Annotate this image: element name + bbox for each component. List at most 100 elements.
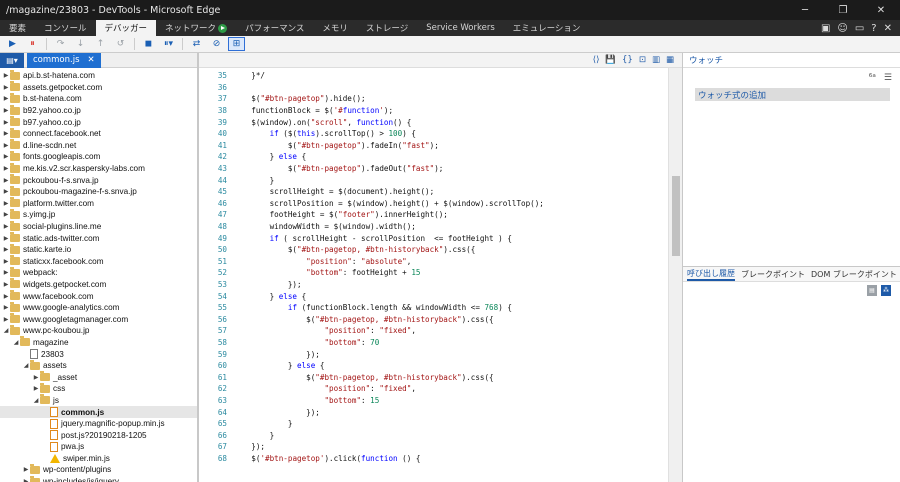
code-line[interactable]: 61 $("#btn-pagetop, #btn-historyback").c…	[199, 372, 669, 384]
tree-item[interactable]: ▶ pckoubou-magazine-f-s.snva.jp	[0, 185, 197, 198]
tab-memory[interactable]: メモリ	[313, 20, 357, 36]
breakpoints-toggle-icon[interactable]: ◼	[140, 37, 157, 51]
line-number[interactable]: 54	[199, 292, 233, 301]
tree-item[interactable]: ▶ css	[0, 382, 197, 395]
minimize-button[interactable]: ─	[786, 0, 824, 20]
line-number[interactable]: 48	[199, 222, 233, 231]
tree-item[interactable]: post.js?20190218-1205	[0, 429, 197, 441]
console-drawer-icon[interactable]: ▣	[821, 23, 830, 34]
collapsed-arrow-icon[interactable]: ▶	[2, 316, 10, 323]
tree-item[interactable]: ▶ wp-content/plugins	[0, 463, 197, 476]
pretty-print-icon[interactable]: ⟨⟩	[593, 55, 600, 65]
line-number[interactable]: 40	[199, 129, 233, 138]
tree-item[interactable]: ▶ platform.twitter.com	[0, 197, 197, 210]
collapsed-arrow-icon[interactable]: ▶	[2, 153, 10, 160]
collapsed-arrow-icon[interactable]: ▶	[2, 165, 10, 172]
code-line[interactable]: 56 $("#btn-pagetop, #btn-historyback").c…	[199, 314, 669, 326]
line-number[interactable]: 45	[199, 187, 233, 196]
tree-item[interactable]: ▶ staticxx.facebook.com	[0, 255, 197, 268]
tree-item[interactable]: ◢ www.pc-koubou.jp	[0, 324, 197, 337]
line-number[interactable]: 59	[199, 350, 233, 359]
save-icon[interactable]: 💾	[605, 55, 616, 65]
code-line[interactable]: 50 $("#btn-pagetop, #btn-historyback").c…	[199, 244, 669, 256]
collapsed-arrow-icon[interactable]: ▶	[32, 385, 40, 392]
step-over-icon[interactable]: ↷	[52, 37, 69, 51]
tree-item[interactable]: 23803	[0, 348, 197, 360]
tree-item[interactable]: ▶ b97.yahoo.co.jp	[0, 116, 197, 128]
line-number[interactable]: 65	[199, 419, 233, 428]
code-line[interactable]: 66 }	[199, 430, 669, 442]
line-number[interactable]: 62	[199, 384, 233, 393]
expanded-arrow-icon[interactable]: ◢	[12, 339, 20, 346]
code-line[interactable]: 58 "bottom": 70	[199, 337, 669, 349]
code-line[interactable]: 36	[199, 82, 669, 94]
step-out-icon[interactable]: ↑	[92, 37, 109, 51]
code-line[interactable]: 55 if (functionBlock.length && windowWid…	[199, 302, 669, 314]
watch-list-icon[interactable]: ☰	[884, 73, 892, 83]
line-number[interactable]: 63	[199, 396, 233, 405]
tab-emulation[interactable]: エミュレーション	[504, 20, 590, 36]
code-line[interactable]: 54 } else {	[199, 290, 669, 302]
tree-item[interactable]: ▶ d.line-scdn.net	[0, 139, 197, 152]
tab-performance[interactable]: パフォーマンス	[236, 20, 313, 36]
collapsed-arrow-icon[interactable]: ▶	[2, 84, 10, 91]
pause-icon[interactable]: ⏸	[24, 37, 41, 51]
map-icon[interactable]: ⊡	[639, 55, 646, 65]
collapsed-arrow-icon[interactable]: ▶	[2, 119, 10, 126]
line-number[interactable]: 47	[199, 210, 233, 219]
code-line[interactable]: 40 if ($(this).scrollTop() > 100) {	[199, 128, 669, 140]
line-number[interactable]: 39	[199, 118, 233, 127]
add-watch-input[interactable]: ウォッチ式の追加	[695, 88, 890, 101]
tree-item[interactable]: ▶ connect.facebook.net	[0, 127, 197, 140]
tree-item[interactable]: ◢ magazine	[0, 336, 197, 349]
tree-item[interactable]: common.js	[0, 406, 197, 418]
line-number[interactable]: 44	[199, 176, 233, 185]
tree-item[interactable]: ▶ www.googletagmanager.com	[0, 313, 197, 325]
tree-item[interactable]: ▶ webpack:	[0, 266, 197, 279]
tab-storage[interactable]: ストレージ	[357, 20, 417, 36]
columns-icon[interactable]: ▥	[652, 55, 660, 65]
line-number[interactable]: 50	[199, 245, 233, 254]
code-line[interactable]: 51 "position": "absolute",	[199, 256, 669, 268]
line-number[interactable]: 68	[199, 454, 233, 463]
tree-item[interactable]: ▶ www.facebook.com	[0, 290, 197, 302]
scroll-thumb[interactable]	[672, 176, 680, 256]
code-line[interactable]: 39 $(window).on("scroll", function() {	[199, 116, 669, 128]
collapsed-arrow-icon[interactable]: ▶	[2, 281, 10, 288]
tree-item[interactable]: ▶ fonts.googleapis.com	[0, 150, 197, 163]
line-number[interactable]: 41	[199, 141, 233, 150]
tree-item[interactable]: ▶ static.karte.io	[0, 243, 197, 256]
exception-behavior-icon[interactable]: ⏸▾	[160, 37, 177, 51]
collapsed-arrow-icon[interactable]: ▶	[2, 72, 10, 79]
code-line[interactable]: 60 } else {	[199, 360, 669, 372]
code-line[interactable]: 44 }	[199, 174, 669, 186]
line-number[interactable]: 56	[199, 315, 233, 324]
tree-item[interactable]: ▶ b92.yahoo.co.jp	[0, 104, 197, 117]
tree-item[interactable]: ▶ social-plugins.line.me	[0, 220, 197, 233]
tab-console[interactable]: コンソール	[35, 20, 96, 36]
restore-button[interactable]: ❐	[824, 0, 862, 20]
collapsed-arrow-icon[interactable]: ▶	[2, 200, 10, 207]
tree-item[interactable]: ◢ js	[0, 394, 197, 407]
collapsed-arrow-icon[interactable]: ▶	[22, 466, 30, 473]
source-view[interactable]: 35 }*/36 37 $("#btn-pagetop").hide(); 38 f…	[199, 68, 669, 482]
code-line[interactable]: 43 $("#btn-pagetop").fadeOut("fast");	[199, 163, 669, 175]
line-number[interactable]: 52	[199, 268, 233, 277]
code-line[interactable]: 63 "bottom": 15	[199, 395, 669, 407]
break-on-new-worker-icon[interactable]: ⇄	[188, 37, 205, 51]
code-line[interactable]: 57 "position": "fixed",	[199, 325, 669, 337]
sources-menu-icon[interactable]: ▤▾	[0, 52, 24, 68]
tab-dom-breakpoints[interactable]: DOM ブレークポイント	[811, 269, 897, 280]
code-line[interactable]: 64 });	[199, 406, 669, 418]
chart-icon[interactable]: ▦	[666, 55, 674, 65]
line-number[interactable]: 55	[199, 303, 233, 312]
disable-breakpoints-icon[interactable]: ⊘	[208, 37, 225, 51]
close-window-button[interactable]: ✕	[862, 0, 900, 20]
collapsed-arrow-icon[interactable]: ▶	[2, 95, 10, 102]
code-line[interactable]: 68 $('#btn-pagetop').click(function () {	[199, 453, 669, 465]
line-number[interactable]: 46	[199, 199, 233, 208]
tree-item[interactable]: ▶ pckoubou-f-s.snva.jp	[0, 174, 197, 186]
code-line[interactable]: 45 scrollHeight = $(document).height();	[199, 186, 669, 198]
code-line[interactable]: 35 }*/	[199, 70, 669, 82]
just-my-code-icon[interactable]: ⊞	[228, 37, 245, 51]
